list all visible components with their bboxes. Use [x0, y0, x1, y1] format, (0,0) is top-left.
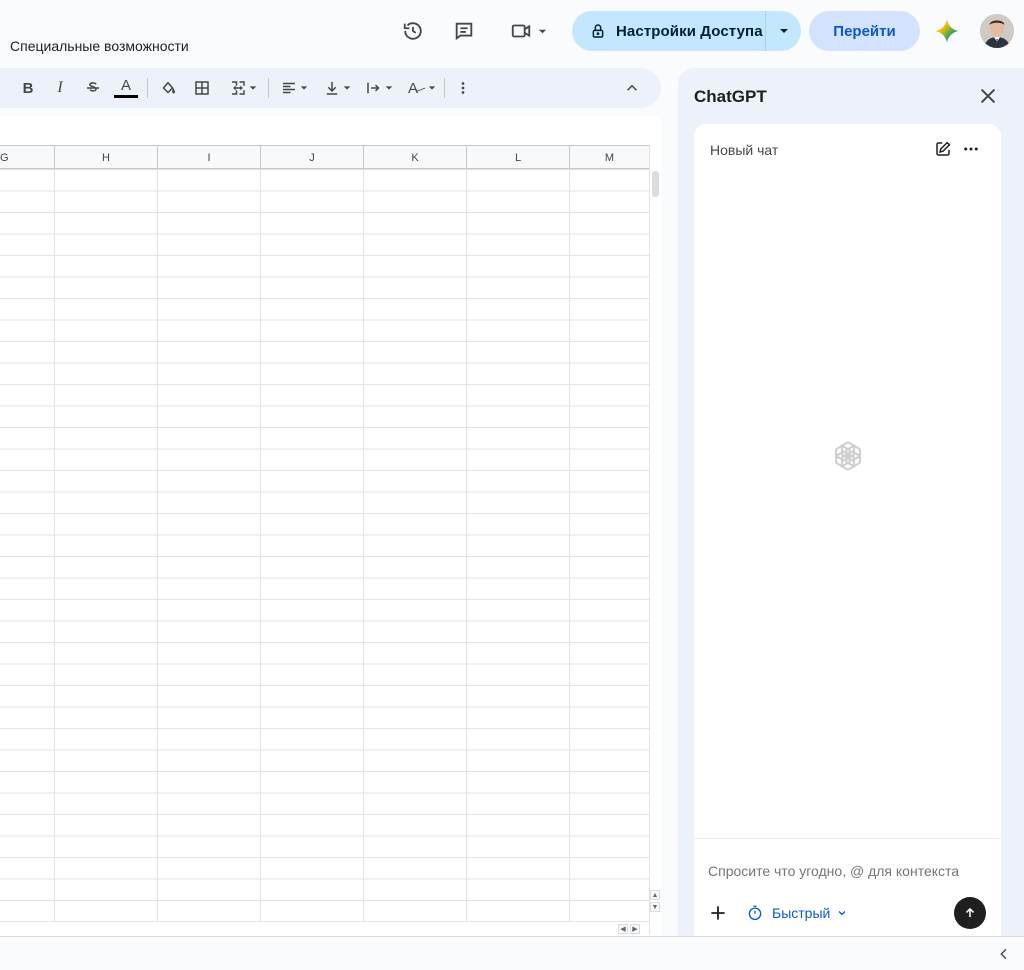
chevron-down-icon	[300, 86, 308, 90]
collapse-up-icon[interactable]	[621, 68, 643, 108]
history-icon[interactable]	[396, 14, 430, 48]
chevron-down-icon	[249, 86, 257, 90]
text-rotation-button[interactable]: A	[404, 68, 440, 108]
cell-grid[interactable]	[0, 169, 649, 921]
app-header: Специальные возможности Настройки Доступ…	[0, 0, 1024, 64]
scroll-up-icon[interactable]: ▲	[650, 890, 660, 900]
chevron-down-icon	[385, 86, 393, 90]
column-header-m[interactable]: M	[570, 146, 649, 169]
merge-cells-icon[interactable]	[225, 68, 261, 108]
go-button[interactable]: Перейти	[809, 11, 920, 51]
chevron-down-icon	[343, 86, 351, 90]
column-header-i[interactable]: I	[158, 146, 261, 169]
vertical-align-icon[interactable]	[320, 68, 354, 108]
text-wrap-icon[interactable]	[362, 68, 396, 108]
model-mode-label: Быстрый	[772, 905, 831, 921]
chevron-left-icon[interactable]	[996, 946, 1012, 962]
text-rotation-icon	[416, 87, 426, 92]
chat-title: Новый чат	[710, 142, 779, 158]
send-button[interactable]	[954, 897, 986, 929]
chevron-down-icon	[838, 911, 846, 916]
user-avatar[interactable]	[980, 14, 1014, 48]
comment-icon[interactable]	[447, 14, 481, 48]
menu-accessibility[interactable]: Специальные возможности	[10, 38, 189, 54]
column-headers: G H I J K L M	[0, 145, 649, 169]
share-button[interactable]: Настройки Доступа	[572, 11, 801, 51]
chat-input-area: Быстрый	[694, 838, 1001, 936]
scroll-left-icon[interactable]: ◀	[618, 924, 628, 934]
column-header-h[interactable]: H	[55, 146, 158, 169]
share-label: Настройки Доступа	[616, 22, 763, 40]
column-header-j[interactable]: J	[261, 146, 364, 169]
chevron-down-icon	[538, 29, 546, 33]
chat-prompt-input[interactable]	[708, 863, 988, 879]
chatgpt-side-panel: ChatGPT Новый чат Быстрый	[678, 68, 1024, 936]
column-header-g[interactable]: G	[0, 146, 55, 169]
side-panel-title: ChatGPT	[694, 87, 767, 106]
plus-icon[interactable]	[708, 903, 728, 923]
share-main-button[interactable]: Настройки Доступа	[572, 11, 766, 51]
formatting-toolbar: B I A A	[0, 68, 661, 108]
borders-icon[interactable]	[190, 68, 214, 108]
horizontal-scrollbar[interactable]: ◀ ▶	[0, 921, 649, 935]
more-vert-icon[interactable]	[453, 68, 473, 108]
scroll-right-icon[interactable]: ▶	[630, 924, 640, 934]
italic-button[interactable]: I	[49, 68, 71, 108]
timer-icon	[748, 905, 762, 921]
vertical-scrollbar[interactable]: ▲ ▼	[649, 145, 661, 935]
close-icon[interactable]	[976, 84, 1000, 108]
gemini-spark-icon[interactable]	[934, 18, 960, 44]
formula-strip	[0, 116, 661, 145]
more-horiz-icon[interactable]	[962, 140, 980, 158]
openai-logo-icon	[834, 441, 862, 471]
chevron-down-icon	[428, 86, 436, 90]
strikethrough-icon[interactable]	[81, 68, 105, 108]
vertical-scroll-thumb[interactable]	[652, 171, 659, 197]
fill-color-icon[interactable]	[156, 68, 180, 108]
edit-icon[interactable]	[934, 140, 952, 158]
bold-button[interactable]: B	[17, 68, 39, 108]
lock-icon	[592, 24, 604, 38]
share-dropdown-button[interactable]	[766, 11, 801, 51]
horizontal-align-icon[interactable]	[276, 68, 312, 108]
text-color-swatch	[114, 94, 138, 98]
model-mode-button[interactable]: Быстрый	[746, 901, 848, 925]
column-header-k[interactable]: K	[364, 146, 467, 169]
chat-card: Новый чат Быстрый	[694, 124, 1001, 936]
sheet-bottom-bar	[0, 936, 1024, 970]
scroll-down-icon[interactable]: ▼	[650, 902, 660, 912]
text-color-button[interactable]: A	[112, 68, 140, 108]
arrow-up-icon	[965, 907, 975, 918]
video-camera-icon[interactable]	[504, 14, 552, 48]
column-header-l[interactable]: L	[467, 146, 570, 169]
spreadsheet-grid-area: G H I J K L M ▲ ▼ ◀ ▶	[0, 116, 661, 936]
chevron-down-icon	[779, 29, 788, 33]
